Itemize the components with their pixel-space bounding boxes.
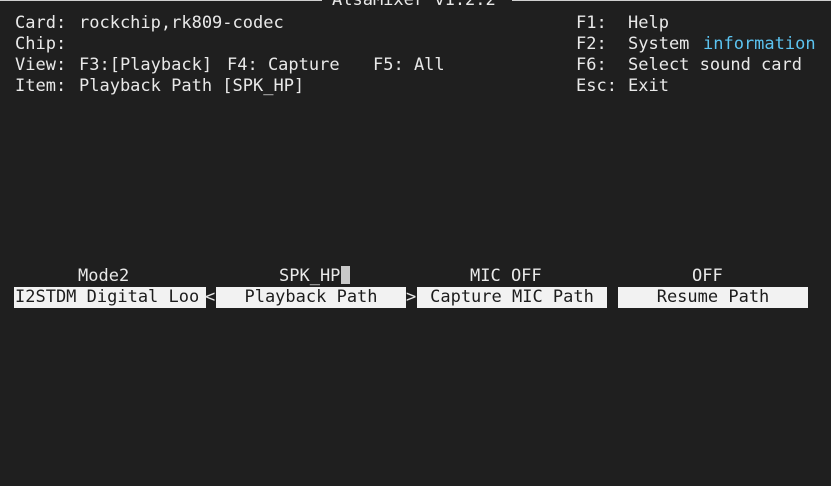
shortcut-soundcard-key[interactable]: F6: bbox=[576, 55, 607, 75]
control-value-capture-mic: MIC OFF bbox=[470, 266, 542, 286]
card-label: Card: bbox=[15, 13, 67, 33]
control-i2stdm-digital-loopback[interactable]: I2STDM Digital Loo bbox=[14, 287, 206, 308]
chip-label: Chip: bbox=[15, 34, 67, 54]
title-rule-right bbox=[512, 0, 831, 1]
app-title: AlsaMixer v1.2.2 bbox=[332, 0, 496, 10]
view-all-tab[interactable]: F5: All bbox=[373, 55, 445, 75]
text-cursor bbox=[341, 266, 351, 284]
title-rule-left bbox=[0, 0, 322, 1]
shortcut-exit-key[interactable]: Esc: bbox=[576, 76, 617, 96]
control-value-i2stdm: Mode2 bbox=[78, 266, 130, 286]
shortcut-soundcard-label[interactable]: Select sound card bbox=[628, 55, 802, 75]
view-playback-tab[interactable]: F3:[Playback] bbox=[79, 55, 212, 75]
selection-right-arrow: > bbox=[406, 287, 417, 307]
control-value-playback-path: SPK_HP bbox=[279, 266, 351, 286]
shortcut-help-key[interactable]: F1: bbox=[576, 13, 607, 33]
control-playback-path[interactable]: Playback Path bbox=[216, 287, 406, 308]
shortcut-sysinfo-key[interactable]: F2: bbox=[576, 34, 607, 54]
control-value-playback-path-text: SPK_HP bbox=[279, 266, 341, 286]
shortcut-sysinfo-label[interactable]: System bbox=[628, 34, 689, 54]
control-capture-mic-path[interactable]: Capture MIC Path bbox=[417, 287, 607, 308]
item-value: Playback Path [SPK_HP] bbox=[79, 76, 305, 96]
shortcut-sysinfo-label-accent[interactable]: information bbox=[703, 34, 816, 54]
control-resume-path[interactable]: Resume Path bbox=[618, 287, 808, 308]
view-capture-tab[interactable]: F4: Capture bbox=[227, 55, 340, 75]
shortcut-help-label[interactable]: Help bbox=[628, 13, 669, 33]
view-label: View: bbox=[15, 55, 67, 75]
selection-left-arrow: < bbox=[205, 287, 216, 307]
control-value-resume: OFF bbox=[692, 266, 723, 286]
item-label: Item: bbox=[15, 76, 67, 96]
shortcut-exit-label[interactable]: Exit bbox=[628, 76, 669, 96]
card-value: rockchip,rk809-codec bbox=[79, 13, 284, 33]
